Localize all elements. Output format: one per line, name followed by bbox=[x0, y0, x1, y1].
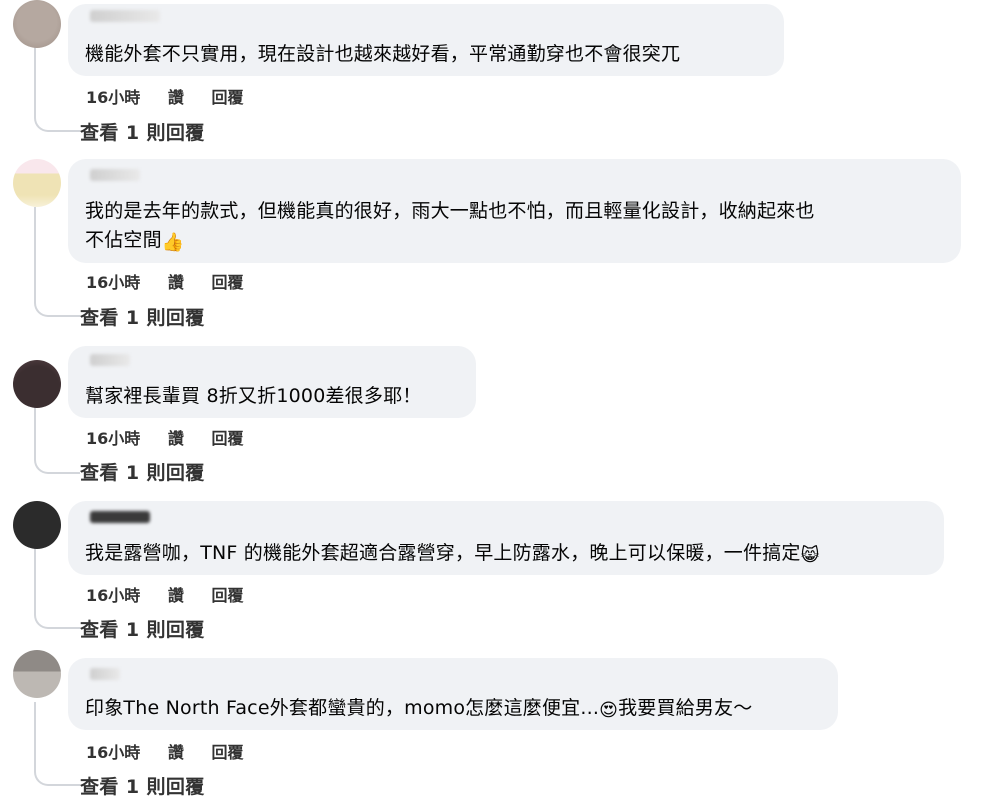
comment-text: 機能外套不只實用，現在設計也越來越好看，平常通勤穿也不會很突兀 bbox=[85, 40, 680, 69]
author-name-redacted[interactable] bbox=[90, 668, 120, 680]
like-button[interactable]: 讚 bbox=[168, 425, 184, 449]
like-button[interactable]: 讚 bbox=[168, 739, 184, 763]
view-replies-link[interactable]: 查看 1 則回覆 bbox=[80, 118, 205, 145]
comment-actions: 16小時 讚 回覆 bbox=[86, 582, 265, 606]
comment: 幫家裡長輩買 8折又折1000差很多耶！ 16小時 讚 回覆 查看 1 則回覆 bbox=[0, 340, 995, 490]
comment-text-line: 我要買給男友～ bbox=[618, 697, 753, 719]
comment-text-line: 印象The North Face外套都蠻貴的，momo怎麼這麼便宜... bbox=[85, 697, 600, 719]
comment-text: 我的是去年的款式，但機能真的很好，雨大一點也不怕，而且輕量化設計，收納起來也 不… bbox=[85, 197, 815, 255]
comment-bubble: 幫家裡長輩買 8折又折1000差很多耶！ bbox=[68, 346, 476, 418]
comment-text-line: 我是露營咖，TNF 的機能外套超適合露營穿，早上防露水，晚上可以保暖，一件搞定 bbox=[85, 542, 801, 564]
timestamp[interactable]: 16小時 bbox=[86, 739, 140, 763]
comment: 機能外套不只實用，現在設計也越來越好看，平常通勤穿也不會很突兀 16小時 讚 回… bbox=[0, 0, 995, 150]
comment-text-line: 幫家裡長輩買 8折又折1000差很多耶！ bbox=[85, 385, 422, 407]
author-name-redacted[interactable] bbox=[90, 169, 140, 181]
comment-actions: 16小時 讚 回覆 bbox=[86, 269, 265, 293]
avatar[interactable] bbox=[13, 650, 61, 698]
comment-bubble: 我是露營咖，TNF 的機能外套超適合露營穿，早上防露水，晚上可以保暖，一件搞定😸 bbox=[68, 501, 944, 575]
avatar[interactable] bbox=[13, 360, 61, 408]
like-button[interactable]: 讚 bbox=[168, 269, 184, 293]
reply-button[interactable]: 回覆 bbox=[211, 582, 243, 606]
comment-text: 我是露營咖，TNF 的機能外套超適合露營穿，早上防露水，晚上可以保暖，一件搞定😸 bbox=[85, 539, 820, 568]
view-replies-link[interactable]: 查看 1 則回覆 bbox=[80, 615, 205, 642]
heart-eyes-icon: 😍 bbox=[599, 700, 619, 721]
avatar[interactable] bbox=[13, 0, 61, 48]
comment-text-line: 機能外套不只實用，現在設計也越來越好看，平常通勤穿也不會很突兀 bbox=[85, 43, 681, 65]
author-name-redacted[interactable] bbox=[90, 354, 130, 366]
reply-button[interactable]: 回覆 bbox=[211, 269, 243, 293]
thumbs-up-icon: 👍 bbox=[161, 232, 185, 253]
view-replies-link[interactable]: 查看 1 則回覆 bbox=[80, 772, 205, 799]
comment-bubble: 我的是去年的款式，但機能真的很好，雨大一點也不怕，而且輕量化設計，收納起來也 不… bbox=[68, 159, 961, 263]
like-button[interactable]: 讚 bbox=[168, 582, 184, 606]
reply-button[interactable]: 回覆 bbox=[211, 84, 243, 108]
comment: 我的是去年的款式，但機能真的很好，雨大一點也不怕，而且輕量化設計，收納起來也 不… bbox=[0, 155, 995, 335]
view-replies-link[interactable]: 查看 1 則回覆 bbox=[80, 458, 205, 485]
cat-grin-icon: 😸 bbox=[800, 545, 820, 566]
timestamp[interactable]: 16小時 bbox=[86, 84, 140, 108]
like-button[interactable]: 讚 bbox=[168, 84, 184, 108]
timestamp[interactable]: 16小時 bbox=[86, 269, 140, 293]
author-name-redacted[interactable] bbox=[90, 511, 150, 523]
comment-bubble: 機能外套不只實用，現在設計也越來越好看，平常通勤穿也不會很突兀 bbox=[68, 4, 784, 76]
comment: 我是露營咖，TNF 的機能外套超適合露營穿，早上防露水，晚上可以保暖，一件搞定😸… bbox=[0, 497, 995, 647]
comment: 印象The North Face外套都蠻貴的，momo怎麼這麼便宜...😍我要買… bbox=[0, 650, 995, 800]
author-name-redacted[interactable] bbox=[90, 10, 160, 22]
comment-text: 印象The North Face外套都蠻貴的，momo怎麼這麼便宜...😍我要買… bbox=[85, 694, 752, 723]
comment-actions: 16小時 讚 回覆 bbox=[86, 84, 265, 108]
timestamp[interactable]: 16小時 bbox=[86, 425, 140, 449]
comment-bubble: 印象The North Face外套都蠻貴的，momo怎麼這麼便宜...😍我要買… bbox=[68, 658, 838, 730]
comment-text: 幫家裡長輩買 8折又折1000差很多耶！ bbox=[85, 382, 421, 411]
reply-button[interactable]: 回覆 bbox=[211, 425, 243, 449]
timestamp[interactable]: 16小時 bbox=[86, 582, 140, 606]
reply-button[interactable]: 回覆 bbox=[211, 739, 243, 763]
comment-text-line: 不佔空間👍 bbox=[85, 229, 185, 253]
avatar[interactable] bbox=[13, 501, 61, 549]
avatar[interactable] bbox=[13, 159, 61, 207]
comment-actions: 16小時 讚 回覆 bbox=[86, 425, 265, 449]
view-replies-link[interactable]: 查看 1 則回覆 bbox=[80, 303, 205, 330]
comment-text-line: 我的是去年的款式，但機能真的很好，雨大一點也不怕，而且輕量化設計，收納起來也 bbox=[85, 200, 815, 222]
comment-actions: 16小時 讚 回覆 bbox=[86, 739, 265, 763]
